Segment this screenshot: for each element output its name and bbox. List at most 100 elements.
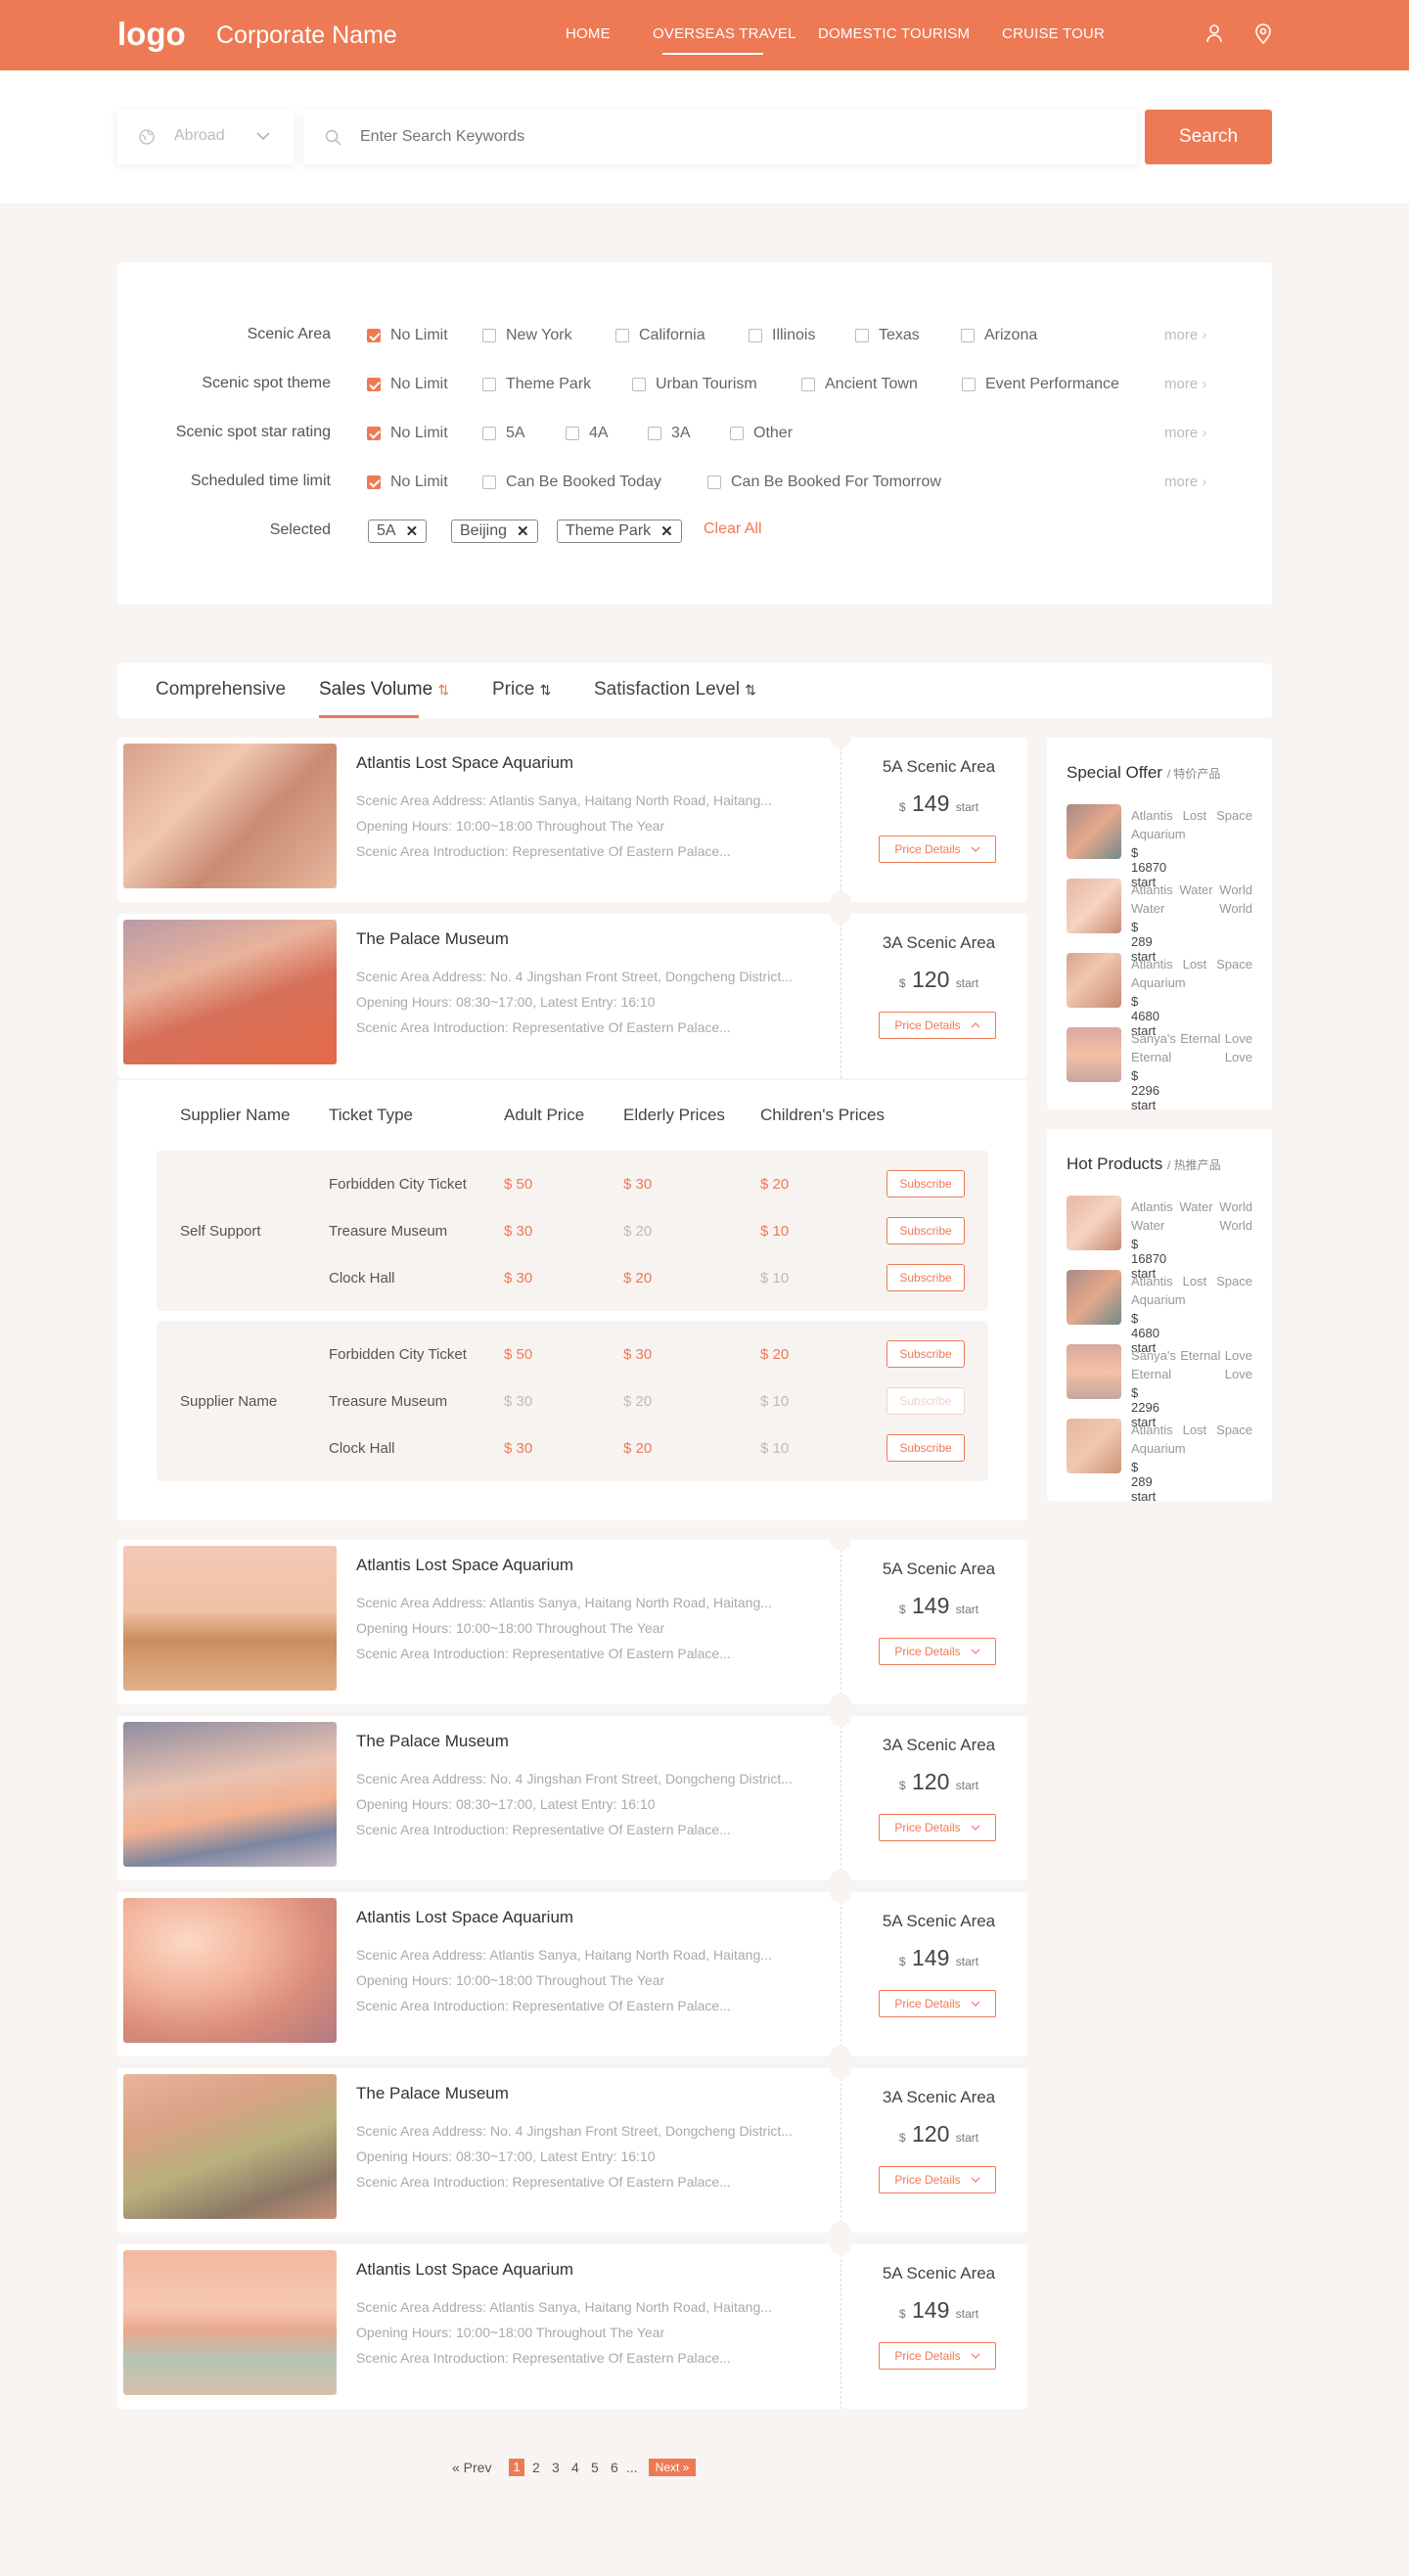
product-thumbnail[interactable] bbox=[1067, 1027, 1121, 1082]
filter-option[interactable]: Can Be Booked Today bbox=[482, 474, 661, 491]
pagination-page-current[interactable]: 1 bbox=[509, 2459, 524, 2476]
filter-option[interactable]: Texas bbox=[855, 327, 920, 344]
subscribe-button[interactable]: Subscribe bbox=[886, 1434, 965, 1462]
checkbox-checked[interactable] bbox=[367, 329, 381, 342]
clear-all-link[interactable]: Clear All bbox=[704, 520, 762, 538]
checkbox[interactable] bbox=[961, 329, 975, 342]
card-image[interactable] bbox=[123, 744, 337, 888]
product-name[interactable]: Atlantis Lost Space Aquarium bbox=[1131, 1272, 1252, 1309]
checkbox[interactable] bbox=[482, 475, 496, 489]
keyword-search-box[interactable] bbox=[303, 110, 1137, 164]
checkbox-checked[interactable] bbox=[367, 427, 381, 440]
scenic-card[interactable]: The Palace Museum Scenic Area Address: N… bbox=[117, 2068, 1027, 2233]
sort-comprehensive[interactable]: Comprehensive bbox=[156, 679, 286, 700]
price-details-button[interactable]: Price Details bbox=[879, 1638, 996, 1665]
checkbox[interactable] bbox=[482, 329, 496, 342]
product-thumbnail[interactable] bbox=[1067, 1270, 1121, 1325]
more-link[interactable]: more › bbox=[1164, 327, 1206, 343]
card-image[interactable] bbox=[123, 920, 337, 1064]
nav-cruise-tour[interactable]: CRUISE TOUR bbox=[1002, 25, 1105, 42]
product-name[interactable]: Atlantis Lost Space Aquarium bbox=[1131, 806, 1252, 843]
product-name[interactable]: Atlantis Water World Water World bbox=[1131, 881, 1252, 918]
selected-tag[interactable]: Theme Park ✕ bbox=[557, 520, 682, 543]
filter-option[interactable]: Theme Park bbox=[482, 376, 591, 393]
checkbox[interactable] bbox=[707, 475, 721, 489]
scenic-card[interactable]: Atlantis Lost Space Aquarium Scenic Area… bbox=[117, 1892, 1027, 2056]
card-image[interactable] bbox=[123, 1546, 337, 1691]
filter-option[interactable]: Urban Tourism bbox=[632, 376, 757, 393]
product-thumbnail[interactable] bbox=[1067, 1196, 1121, 1250]
product-name[interactable]: Atlantis Lost Space Aquarium bbox=[1131, 955, 1252, 992]
price-details-button[interactable]: Price Details bbox=[879, 1814, 996, 1841]
product-thumbnail[interactable] bbox=[1067, 1419, 1121, 1473]
product-thumbnail[interactable] bbox=[1067, 953, 1121, 1008]
checkbox[interactable] bbox=[566, 427, 579, 440]
filter-option[interactable]: Can Be Booked For Tomorrow bbox=[707, 474, 941, 491]
checkbox[interactable] bbox=[615, 329, 629, 342]
filter-option[interactable]: Illinois bbox=[749, 327, 815, 344]
price-details-button[interactable]: Price Details bbox=[879, 2342, 996, 2370]
sort-satisfaction[interactable]: Satisfaction Level ⇅ bbox=[594, 679, 756, 700]
user-icon[interactable] bbox=[1205, 23, 1223, 43]
selected-tag[interactable]: 5A ✕ bbox=[368, 520, 428, 543]
checkbox[interactable] bbox=[482, 378, 496, 391]
checkbox[interactable] bbox=[749, 329, 762, 342]
filter-option[interactable]: No Limit bbox=[367, 327, 448, 344]
more-link[interactable]: more › bbox=[1164, 376, 1206, 392]
checkbox[interactable] bbox=[482, 427, 496, 440]
nav-overseas-travel[interactable]: OVERSEAS TRAVEL bbox=[653, 25, 796, 42]
region-select[interactable]: Abroad bbox=[117, 110, 294, 164]
pagination-page[interactable]: 6 bbox=[611, 2460, 618, 2475]
close-icon[interactable]: ✕ bbox=[406, 522, 419, 540]
pagination-page[interactable]: 3 bbox=[552, 2460, 560, 2475]
search-input[interactable] bbox=[360, 123, 1104, 151]
card-title[interactable]: Atlantis Lost Space Aquarium bbox=[356, 1908, 573, 1927]
nav-home[interactable]: HOME bbox=[566, 25, 611, 42]
filter-option[interactable]: Event Performance bbox=[962, 376, 1119, 393]
card-title[interactable]: The Palace Museum bbox=[356, 2084, 509, 2103]
pagination-page[interactable]: 4 bbox=[571, 2460, 579, 2475]
checkbox[interactable] bbox=[962, 378, 976, 391]
checkbox[interactable] bbox=[801, 378, 815, 391]
filter-option[interactable]: Other bbox=[730, 425, 793, 442]
subscribe-button[interactable]: Subscribe bbox=[886, 1340, 965, 1368]
product-thumbnail[interactable] bbox=[1067, 804, 1121, 859]
filter-option[interactable]: No Limit bbox=[367, 425, 448, 442]
filter-option[interactable]: 3A bbox=[648, 425, 691, 442]
sort-sales-volume[interactable]: Sales Volume ⇅ bbox=[319, 679, 449, 700]
logo[interactable]: logo bbox=[117, 16, 186, 53]
filter-option[interactable]: Arizona bbox=[961, 327, 1037, 344]
card-title[interactable]: The Palace Museum bbox=[356, 929, 509, 949]
card-image[interactable] bbox=[123, 1898, 337, 2043]
close-icon[interactable]: ✕ bbox=[517, 522, 529, 540]
pagination-page[interactable]: 5 bbox=[591, 2460, 599, 2475]
checkbox-checked[interactable] bbox=[367, 378, 381, 391]
product-name[interactable]: Atlantis Lost Space Aquarium bbox=[1131, 1421, 1252, 1458]
pagination-prev[interactable]: « Prev bbox=[452, 2460, 491, 2475]
scenic-card[interactable]: The Palace Museum Scenic Area Address: N… bbox=[117, 914, 1027, 1078]
filter-option[interactable]: Ancient Town bbox=[801, 376, 918, 393]
selected-tag[interactable]: Beijing ✕ bbox=[451, 520, 538, 543]
checkbox[interactable] bbox=[632, 378, 646, 391]
nav-domestic-tourism[interactable]: DOMESTIC TOURISM bbox=[818, 25, 970, 42]
pagination-page[interactable]: 2 bbox=[532, 2460, 540, 2475]
location-pin-icon[interactable] bbox=[1254, 23, 1272, 44]
card-image[interactable] bbox=[123, 1722, 337, 1867]
product-thumbnail[interactable] bbox=[1067, 1344, 1121, 1399]
product-name[interactable]: Sanya's Eternal Love Eternal Love bbox=[1131, 1029, 1252, 1066]
subscribe-button[interactable]: Subscribe bbox=[886, 1170, 965, 1198]
price-details-button[interactable]: Price Details bbox=[879, 1990, 996, 2017]
filter-option[interactable]: New York bbox=[482, 327, 572, 344]
subscribe-button[interactable]: Subscribe bbox=[886, 1264, 965, 1291]
product-name[interactable]: Sanya's Eternal Love Eternal Love bbox=[1131, 1346, 1252, 1383]
close-icon[interactable]: ✕ bbox=[660, 522, 673, 540]
checkbox-checked[interactable] bbox=[367, 475, 381, 489]
card-title[interactable]: Atlantis Lost Space Aquarium bbox=[356, 2260, 573, 2280]
product-thumbnail[interactable] bbox=[1067, 879, 1121, 933]
filter-option[interactable]: No Limit bbox=[367, 376, 448, 393]
sort-price[interactable]: Price ⇅ bbox=[492, 679, 551, 700]
scenic-card[interactable]: Atlantis Lost Space Aquarium Scenic Area… bbox=[117, 738, 1027, 902]
card-image[interactable] bbox=[123, 2074, 337, 2219]
subscribe-button[interactable]: Subscribe bbox=[886, 1217, 965, 1244]
checkbox[interactable] bbox=[648, 427, 661, 440]
